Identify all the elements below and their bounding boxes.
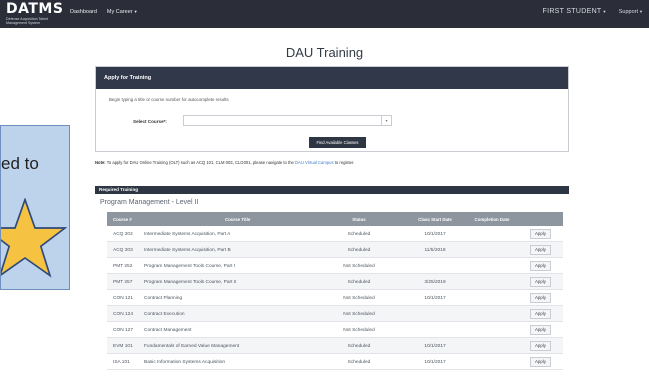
- table-row: EVM 101 Fundamentals of Earned Value Mana…: [107, 338, 563, 354]
- page: DATMS Defense Acquisition Talent Managem…: [0, 0, 649, 383]
- course-title: Intermediate Systems Acquisition, Part A: [144, 231, 231, 237]
- course-title: Contract Management: [144, 327, 192, 333]
- career-track-title: Program Management - Level II: [100, 199, 199, 206]
- col-status: Status: [352, 217, 366, 222]
- course-title: Basic Information Systems Acquisition: [144, 359, 226, 365]
- course-title: Program Management Tools Course, Part I: [144, 263, 236, 269]
- apply-button[interactable]: Apply: [530, 229, 551, 239]
- class-start-date: 10/1/2017: [424, 343, 446, 349]
- apply-button[interactable]: Apply: [530, 325, 551, 335]
- class-start-date: 3/25/2019: [424, 279, 446, 285]
- user-name: FIRST STUDENT: [542, 8, 602, 15]
- course-number: PMT 257: [113, 279, 133, 285]
- table-row: ACQ 202 Intermediate Systems Acquisition,…: [107, 226, 563, 242]
- select-course-label: Select Course*:: [133, 119, 167, 124]
- course-number: ISA 101: [113, 359, 130, 365]
- apply-panel-header: Apply for Training: [96, 67, 568, 89]
- table-row: PMT 252 Program Management Tools Course, …: [107, 258, 563, 274]
- course-title: Contract Planning: [144, 295, 183, 301]
- support-menu[interactable]: Support▼: [619, 9, 643, 15]
- caret-down-icon: ▼: [133, 9, 138, 14]
- course-status: Not Scheduled: [343, 263, 375, 269]
- course-number: EVM 101: [113, 343, 133, 349]
- course-status: Not Scheduled: [343, 295, 375, 301]
- table-row: CON 121 Contract Planning Not Scheduled 10/…: [107, 290, 563, 306]
- table-row: ACQ 203 Intermediate Systems Acquisition,…: [107, 242, 563, 258]
- logo-subtitle-line-2: Management System: [6, 21, 40, 26]
- course-status: Scheduled: [347, 359, 371, 365]
- tutorial-callout: ed to: [0, 125, 70, 290]
- note-label: Note:: [95, 160, 106, 165]
- user-menu[interactable]: FIRST STUDENT▼: [543, 8, 607, 15]
- autocomplete-hint: Begin typing a title or course number fo…: [109, 97, 229, 102]
- course-number: CON 124: [113, 311, 133, 317]
- note-suffix: to register.: [334, 160, 355, 165]
- course-title: Fundamentals of Earned Value Management: [144, 343, 240, 349]
- table-body: ACQ 202 Intermediate Systems Acquisition,…: [107, 226, 563, 370]
- apply-button[interactable]: Apply: [530, 357, 551, 367]
- course-number: CON 121: [113, 295, 133, 301]
- find-available-classes-button[interactable]: Find Available Classes: [309, 137, 366, 148]
- table-row: CON 127 Contract Management Not Scheduled A…: [107, 322, 563, 338]
- course-title: Intermediate Systems Acquisition, Part B: [144, 247, 231, 253]
- course-status: Not Scheduled: [343, 311, 375, 317]
- table-row: ISA 101 Basic Information Systems Acquisi…: [107, 354, 563, 370]
- course-number: CON 127: [113, 327, 133, 333]
- nav-dashboard-link[interactable]: Dashboard: [70, 9, 97, 15]
- col-completion-date: Completion Date: [474, 217, 510, 222]
- nav-right: FIRST STUDENT▼ Support▼: [543, 8, 644, 15]
- logo-title: DATMS: [6, 1, 64, 17]
- col-course-number: Course #: [113, 217, 132, 222]
- dau-virtual-campus-link[interactable]: DAU Virtual Campus: [295, 160, 334, 165]
- course-status: Scheduled: [347, 279, 371, 285]
- select-course-dropdown[interactable]: ▾: [183, 115, 392, 126]
- course-status: Not Scheduled: [343, 327, 375, 333]
- caret-down-icon: ▼: [639, 8, 643, 14]
- course-title: Contract Execution: [144, 311, 185, 317]
- support-label: Support: [618, 8, 639, 15]
- table-header: Course # Course Title Status Class Start…: [107, 212, 563, 226]
- datms-logo[interactable]: DATMS Defense Acquisition Talent Managem…: [6, 2, 66, 26]
- required-training-header: Required Training: [95, 186, 569, 194]
- table-row: PMT 257 Program Management Tools Course, …: [107, 274, 563, 290]
- nav-my-career-menu[interactable]: My Career▼: [107, 9, 138, 15]
- class-start-date: 11/5/2018: [424, 247, 446, 253]
- course-title: Program Management Tools Course, Part II: [144, 279, 237, 285]
- course-number: PMT 252: [113, 263, 133, 269]
- apply-button[interactable]: Apply: [530, 341, 551, 351]
- olt-note: Note: To apply for DAU Online Training (…: [95, 160, 354, 165]
- class-start-date: 10/1/2017: [424, 295, 446, 301]
- apply-button[interactable]: Apply: [530, 261, 551, 271]
- callout-text: ed to: [1, 154, 39, 173]
- course-number: ACQ 203: [113, 247, 133, 253]
- star-icon: [1, 198, 67, 278]
- nav-left: Dashboard My Career▼: [70, 9, 138, 15]
- course-status: Scheduled: [347, 231, 371, 237]
- nav-my-career-label: My Career: [106, 9, 133, 15]
- page-title: DAU Training: [285, 45, 364, 60]
- course-status: Scheduled: [347, 247, 371, 253]
- class-start-date: 10/1/2017: [424, 231, 446, 237]
- apply-button[interactable]: Apply: [530, 277, 551, 287]
- top-navbar: DATMS Defense Acquisition Talent Managem…: [0, 0, 649, 28]
- apply-button[interactable]: Apply: [530, 309, 551, 319]
- course-number: ACQ 202: [113, 231, 133, 237]
- col-course-title: Course Title: [225, 217, 251, 222]
- required-training-table: Course # Course Title Status Class Start…: [107, 212, 563, 370]
- caret-down-icon: ▼: [602, 9, 607, 14]
- dropdown-arrow-icon[interactable]: ▾: [381, 116, 391, 125]
- apply-button[interactable]: Apply: [530, 245, 551, 255]
- course-status: Scheduled: [347, 343, 371, 349]
- apply-button[interactable]: Apply: [530, 293, 551, 303]
- table-row: CON 124 Contract Execution Not Scheduled Ap…: [107, 306, 563, 322]
- note-text: To apply for DAU Online Training (OLT) s…: [106, 160, 294, 165]
- class-start-date: 10/1/2017: [424, 359, 446, 365]
- col-class-start-date: Class Start Date: [418, 217, 452, 222]
- apply-for-training-panel: Apply for Training Begin typing a title …: [95, 66, 569, 152]
